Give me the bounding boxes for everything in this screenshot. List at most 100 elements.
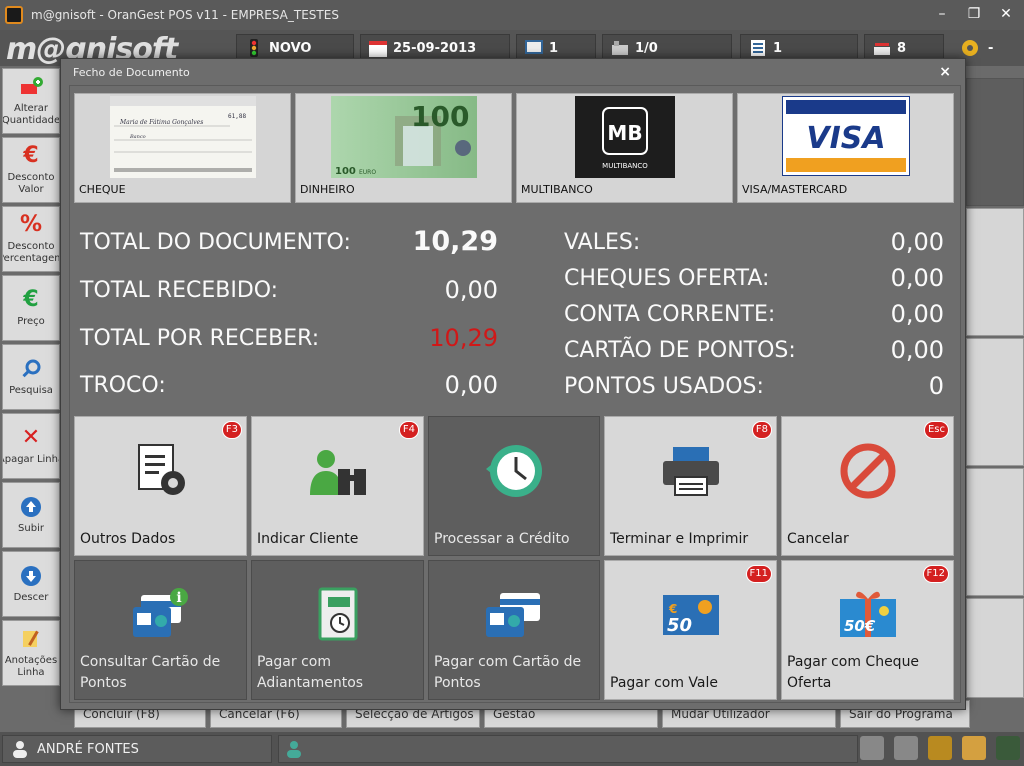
other-data-label: Outros Dados: [80, 531, 176, 547]
pay-cash-button[interactable]: 100 100 EURO DINHEIRO: [295, 93, 512, 203]
delete-line-button[interactable]: ✕ Apagar Linha: [2, 413, 60, 479]
shortcut-badge: F11: [745, 565, 772, 583]
document-gear-icon: [137, 444, 185, 495]
user-name: ANDRÉ FONTES: [37, 741, 139, 757]
banknote-value: 100: [411, 100, 469, 133]
total-pending-value: 10,29: [429, 324, 498, 352]
gift-cheques-value: 0,00: [890, 264, 944, 292]
price-button[interactable]: € Preço: [2, 275, 60, 341]
check-points-card-button[interactable]: i Consultar Cartão de Pontos: [74, 560, 247, 700]
alter-quantity-button[interactable]: Alterar Quantidade: [2, 68, 60, 134]
mb-logo-sub: MULTIBANCO: [602, 162, 648, 170]
cancel-label: Cancelar: [787, 531, 849, 547]
maximize-icon[interactable]: ❐: [964, 5, 984, 23]
window-controls: – ❐ ✕: [932, 5, 1016, 23]
close-window-icon[interactable]: ✕: [996, 5, 1016, 23]
pay-advances-button[interactable]: Pagar com Adiantamentos: [251, 560, 424, 700]
euro-icon: €: [23, 287, 39, 312]
calendar-icon: [369, 41, 387, 57]
process-credit-label: Processar a Crédito: [434, 531, 570, 547]
shortcut-badge: F3: [221, 421, 242, 439]
pay-gift-cheque-button[interactable]: F12 50€ Pagar com Cheque Oferta: [781, 560, 954, 700]
euro-icon: €: [23, 143, 39, 168]
discount-value-label: Desconto Valor: [7, 172, 55, 195]
price-label: Preço: [17, 316, 45, 327]
process-credit-button[interactable]: Processar a Crédito: [428, 416, 600, 556]
move-up-button[interactable]: Subir: [2, 482, 60, 548]
pay-multibanco-button[interactable]: MB MULTIBANCO MULTIBANCO: [516, 93, 733, 203]
search-icon: [19, 357, 43, 381]
gift-value: 50€: [844, 617, 876, 635]
current-account-label: CONTA CORRENTE:: [564, 302, 776, 327]
discount-percent-label: Desconto Percentagem: [3, 241, 59, 264]
app-icon: [5, 6, 23, 24]
total-received-label: TOTAL RECEBIDO:: [80, 278, 279, 303]
receipt-printer-icon[interactable]: [894, 736, 918, 760]
gift-cheque-icon: 50€: [839, 591, 896, 637]
change-value: 0,00: [444, 371, 498, 399]
finish-print-button[interactable]: F8 Terminar e Imprimir: [604, 416, 777, 556]
visa-logo: VISA: [781, 96, 910, 176]
cash-register-icon[interactable]: [860, 736, 884, 760]
total-received-value: 0,00: [444, 276, 498, 304]
user-icon: [13, 741, 27, 758]
terminal-value: 1: [549, 40, 559, 56]
banknote-currency: EURO: [359, 169, 376, 176]
pay-voucher-button[interactable]: F11 €50 Pagar com Vale: [604, 560, 777, 700]
discount-value-button[interactable]: € Desconto Valor: [2, 137, 60, 203]
minimize-icon[interactable]: –: [932, 5, 952, 23]
display-icon[interactable]: [996, 736, 1020, 760]
cart-icon: [874, 43, 890, 55]
arrow-up-icon: [19, 495, 43, 519]
right-slot[interactable]: [966, 338, 1024, 466]
scanner-icon[interactable]: [928, 736, 952, 760]
pay-visa-button[interactable]: VISA VISA/MASTERCARD: [737, 93, 954, 203]
pay-cheque-button[interactable]: Maria de Fátima Gonçalves Banco 61,88 CH…: [74, 93, 291, 203]
indicate-client-button[interactable]: F4 Indicar Cliente: [251, 416, 424, 556]
pay-points-card-button[interactable]: Pagar com Cartão de Pontos: [428, 560, 600, 700]
line-notes-label: Anotações Linha: [4, 655, 58, 678]
package-icon[interactable]: [962, 736, 986, 760]
client-icon: [287, 741, 301, 758]
move-down-label: Descer: [13, 592, 49, 603]
card-pay-icon: [486, 593, 540, 637]
pay-advances-label: Pagar com Adiantamentos: [257, 654, 364, 691]
cart-plus-icon: [19, 75, 43, 99]
dialog-title: Fecho de Documento: [73, 66, 190, 79]
search-button[interactable]: Pesquisa: [2, 344, 60, 410]
list-value: 1: [773, 40, 783, 56]
traffic-light-icon: [250, 39, 258, 57]
cancel-button[interactable]: Esc Cancelar: [781, 416, 954, 556]
other-data-button[interactable]: F3 Outros Dados: [74, 416, 247, 556]
change-label: TROCO:: [80, 373, 166, 398]
check-points-card-label: Consultar Cartão de Pontos: [80, 654, 221, 691]
svg-text:i: i: [176, 590, 181, 606]
svg-text:€: €: [668, 602, 677, 616]
table-value: 1/0: [635, 40, 658, 56]
right-slot[interactable]: [966, 598, 1024, 698]
indicate-client-label: Indicar Cliente: [257, 531, 359, 547]
pay-voucher-label: Pagar com Vale: [610, 675, 718, 691]
payment-methods: Maria de Fátima Gonçalves Banco 61,88 CH…: [74, 93, 958, 205]
discount-percent-button[interactable]: % Desconto Percentagem: [2, 206, 60, 272]
note-icon: [19, 627, 43, 651]
client-box[interactable]: [278, 735, 858, 763]
right-slot[interactable]: [966, 208, 1024, 336]
voucher-value: 50: [667, 615, 692, 636]
cheque-image: Maria de Fátima Gonçalves Banco 61,88: [109, 96, 256, 178]
current-account-value: 0,00: [890, 300, 944, 328]
shortcut-badge: F8: [751, 421, 772, 439]
monitor-icon: [525, 40, 543, 54]
gift-cheques-label: CHEQUES OFERTA:: [564, 266, 770, 291]
dialog-close-icon[interactable]: ×: [939, 64, 951, 80]
move-down-button[interactable]: Descer: [2, 551, 60, 617]
delete-line-label: Apagar Linha: [3, 454, 59, 465]
total-document-value: 10,29: [412, 226, 498, 257]
user-box[interactable]: ANDRÉ FONTES: [2, 735, 272, 763]
settings-suffix: -: [988, 40, 994, 56]
shortcut-badge: F4: [398, 421, 419, 439]
banknote-big-value: 100: [335, 166, 356, 177]
right-slot: [966, 78, 1024, 206]
right-slot[interactable]: [966, 468, 1024, 596]
line-notes-button[interactable]: Anotações Linha: [2, 620, 60, 686]
